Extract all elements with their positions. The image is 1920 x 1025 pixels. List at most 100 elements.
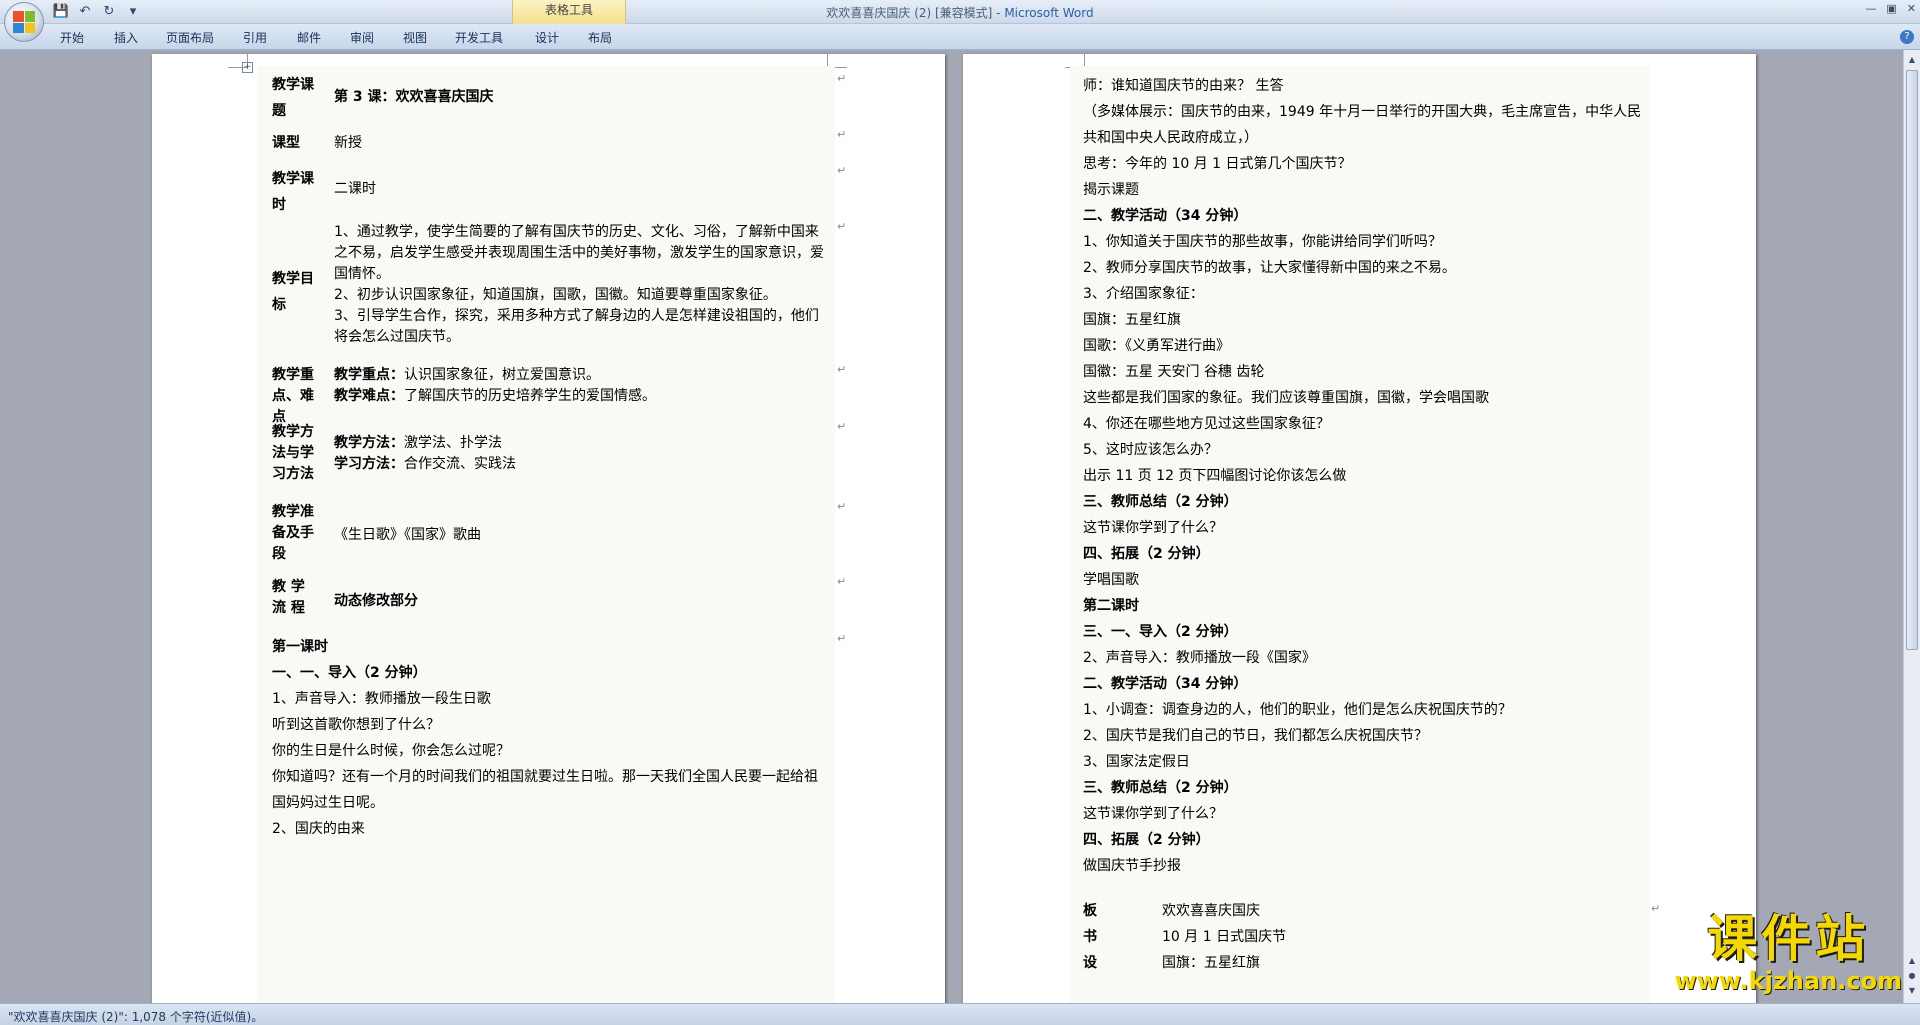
scroll-up-icon[interactable]: ▲ [1906,54,1918,66]
next-page-icon[interactable]: ▼ [1906,985,1918,997]
content-line: 揭示课题 [1083,182,1139,198]
content-line: 思考：今年的 10 月 1 日式第几个国庆节？ [1083,156,1352,172]
content-line: 国歌：《义勇军进行曲》 [1083,338,1230,354]
section-heading: 四、拓展（2 分钟） [1083,832,1210,848]
content-line: 你知道吗？还有一个月的时间我们的祖国就要过生日啦。那一天我们全国人民要一起给祖国… [272,769,818,811]
tab-mailings[interactable]: 邮件 [297,29,321,46]
section-heading: 二、教学活动（34 分钟） [1083,676,1248,692]
board-label: 书 [1083,929,1097,945]
tab-page-layout[interactable]: 页面布局 [166,29,214,46]
status-text: "欢欢喜喜庆国庆 (2)": 1,078 个字符(近似值)。 [8,1010,264,1024]
browse-object-icon[interactable]: ● [1906,970,1918,982]
content-line: 5、这时应该怎么办？ [1083,442,1218,458]
key-point-text: 认识国家象征，树立爱国意识。 [404,367,600,383]
vertical-scrollbar[interactable]: ▲ ▲ ● ▼ [1903,50,1920,1003]
content-line: 这节课你学到了什么？ [1083,806,1223,822]
content-line: 国旗：五星红旗 [1083,312,1181,328]
board-label: 板 [1083,903,1097,919]
watermark-logo: 课件站 www.kjzhan.com [1674,911,1902,996]
tab-view[interactable]: 视图 [403,29,427,46]
content-line: 1、小调查：调查身边的人，他们的职业，他们是怎么庆祝国庆节的？ [1083,702,1512,718]
row-label-preparation: 教学准备及手段 [272,504,314,562]
row-value-hours: 二课时 [334,181,376,197]
row-label-topic: 教学课题 [272,77,314,119]
section-heading: 三、教师总结（2 分钟） [1083,494,1238,510]
row-label-objectives: 教学目标 [272,271,314,313]
document-workspace: + 教学课题 第 3 课：欢欢喜喜庆国庆 ↵ 课型 新授 ↵ 教学课时 二课时 … [0,50,1903,1003]
content-line: （多媒体展示：国庆节的由来，1949 年十月一日举行的开国大典，毛主席宣告，中华… [1083,104,1642,146]
close-icon[interactable]: ✕ [1907,2,1916,15]
maximize-icon[interactable]: ▣ [1886,2,1896,15]
minimize-icon[interactable]: — [1865,2,1876,15]
content-line: 3、国家法定假日 [1083,754,1190,770]
content-line: 这节课你学到了什么？ [1083,520,1223,536]
tab-developer[interactable]: 开发工具 [455,29,503,46]
end-of-cell-mark: ↵ [837,420,847,433]
row-value-type: 新授 [334,135,362,151]
lesson-heading: 第二课时 [1083,598,1139,614]
board-value: 国旗：五星红旗 [1162,955,1260,971]
scrollbar-thumb[interactable] [1906,70,1918,650]
learning-method-label: 学习方法： [334,456,404,472]
lesson-heading: 第一课时 [272,639,328,655]
difficult-point-text: 了解国庆节的历史培养学生的爱国情感。 [404,388,656,404]
row-label-process: 教 学 流 程 [272,579,305,616]
end-of-cell-mark: ↵ [837,220,847,233]
row-value-preparation: 《生日歌》《国家》歌曲 [334,527,481,543]
content-line: 做国庆节手抄报 [1083,858,1181,874]
content-line: 国徽：五星 天安门 谷穗 齿轮 [1083,364,1265,380]
row-value-process: 动态修改部分 [334,593,418,609]
end-of-cell-mark: ↵ [837,363,847,376]
content-line: 学唱国歌 [1083,572,1139,588]
end-of-cell-mark: ↵ [837,575,847,588]
content-line: 4、你还在哪些地方见过这些国家象征？ [1083,416,1330,432]
content-line: 你的生日是什么时候，你会怎么过呢？ [272,743,510,759]
content-line: 1、你知道关于国庆节的那些故事，你能讲给同学们听吗？ [1083,234,1442,250]
previous-page-icon[interactable]: ▲ [1906,955,1918,967]
tab-design[interactable]: 设计 [535,29,559,46]
row-value-topic: 第 3 课：欢欢喜喜庆国庆 [334,89,494,105]
tab-review[interactable]: 审阅 [350,29,374,46]
row-label-type: 课型 [272,135,300,151]
end-of-cell-mark: ↵ [837,632,847,645]
section-heading: 二、教学活动（34 分钟） [1083,208,1248,224]
content-line: 听到这首歌你想到了什么？ [272,717,440,733]
document-page-1: + 教学课题 第 3 课：欢欢喜喜庆国庆 ↵ 课型 新授 ↵ 教学课时 二课时 … [152,54,945,1003]
learning-method-text: 合作交流、实践法 [404,456,516,472]
tab-insert[interactable]: 插入 [114,29,138,46]
status-bar: "欢欢喜喜庆国庆 (2)": 1,078 个字符(近似值)。 [0,1003,1920,1025]
end-of-cell-mark: ↵ [837,500,847,513]
board-value: 欢欢喜喜庆国庆 [1162,903,1260,919]
section-heading: 三、教师总结（2 分钟） [1083,780,1238,796]
window-controls: — ▣ ✕ [1865,2,1916,15]
document-page-2: 师：谁知道国庆节的由来？ 生答 （多媒体展示：国庆节的由来，1949 年十月一日… [963,54,1756,1003]
board-label: 设 [1083,955,1097,971]
section-heading: 四、拓展（2 分钟） [1083,546,1210,562]
row-label-hours: 教学课时 [272,171,314,213]
content-line: 出示 11 页 12 页下四幅图讨论你该怎么做 [1083,468,1347,484]
key-point-label: 教学重点： [334,367,404,383]
row-value-objectives: 1、通过教学，使学生简要的了解有国庆节的历史、文化、习俗，了解新中国来之不易，启… [334,224,824,345]
content-line: 这些都是我们国家的象征。我们应该尊重国旗，国徽，学会唱国歌 [1083,390,1489,406]
tab-home[interactable]: 开始 [60,29,84,46]
title-bar: 💾 ↶ ↻ ▾ 表格工具 欢欢喜喜庆国庆 (2) [兼容模式] - Micros… [0,0,1920,42]
office-logo-icon [13,11,35,33]
row-value-methods: 教学方法：激学法、扑学法 学习方法：合作交流、实践法 [334,433,516,475]
end-of-cell-mark: ↵ [837,128,847,141]
content-line: 3、介绍国家象征： [1083,286,1204,302]
table-move-handle-icon[interactable]: + [242,62,253,73]
tab-layout[interactable]: 布局 [588,29,612,46]
teaching-method-label: 教学方法： [334,435,404,451]
teaching-method-text: 激学法、扑学法 [404,435,502,451]
window-title: 欢欢喜喜庆国庆 (2) [兼容模式] - Microsoft Word [0,4,1920,21]
content-line: 2、国庆的由来 [272,821,365,837]
tab-references[interactable]: 引用 [243,29,267,46]
section-heading: 三、一、导入（2 分钟） [1083,624,1238,640]
row-label-key-points: 教学重点、难点 [272,367,314,425]
watermark-url: www.kjzhan.com [1674,967,1902,995]
help-icon[interactable]: ? [1900,30,1914,44]
content-line: 2、声音导入：教师播放一段《国家》 [1083,650,1316,666]
document-title: 欢欢喜喜庆国庆 (2) [兼容模式] - [826,6,1005,20]
end-of-cell-mark: ↵ [1651,902,1661,915]
office-button[interactable] [4,2,44,42]
